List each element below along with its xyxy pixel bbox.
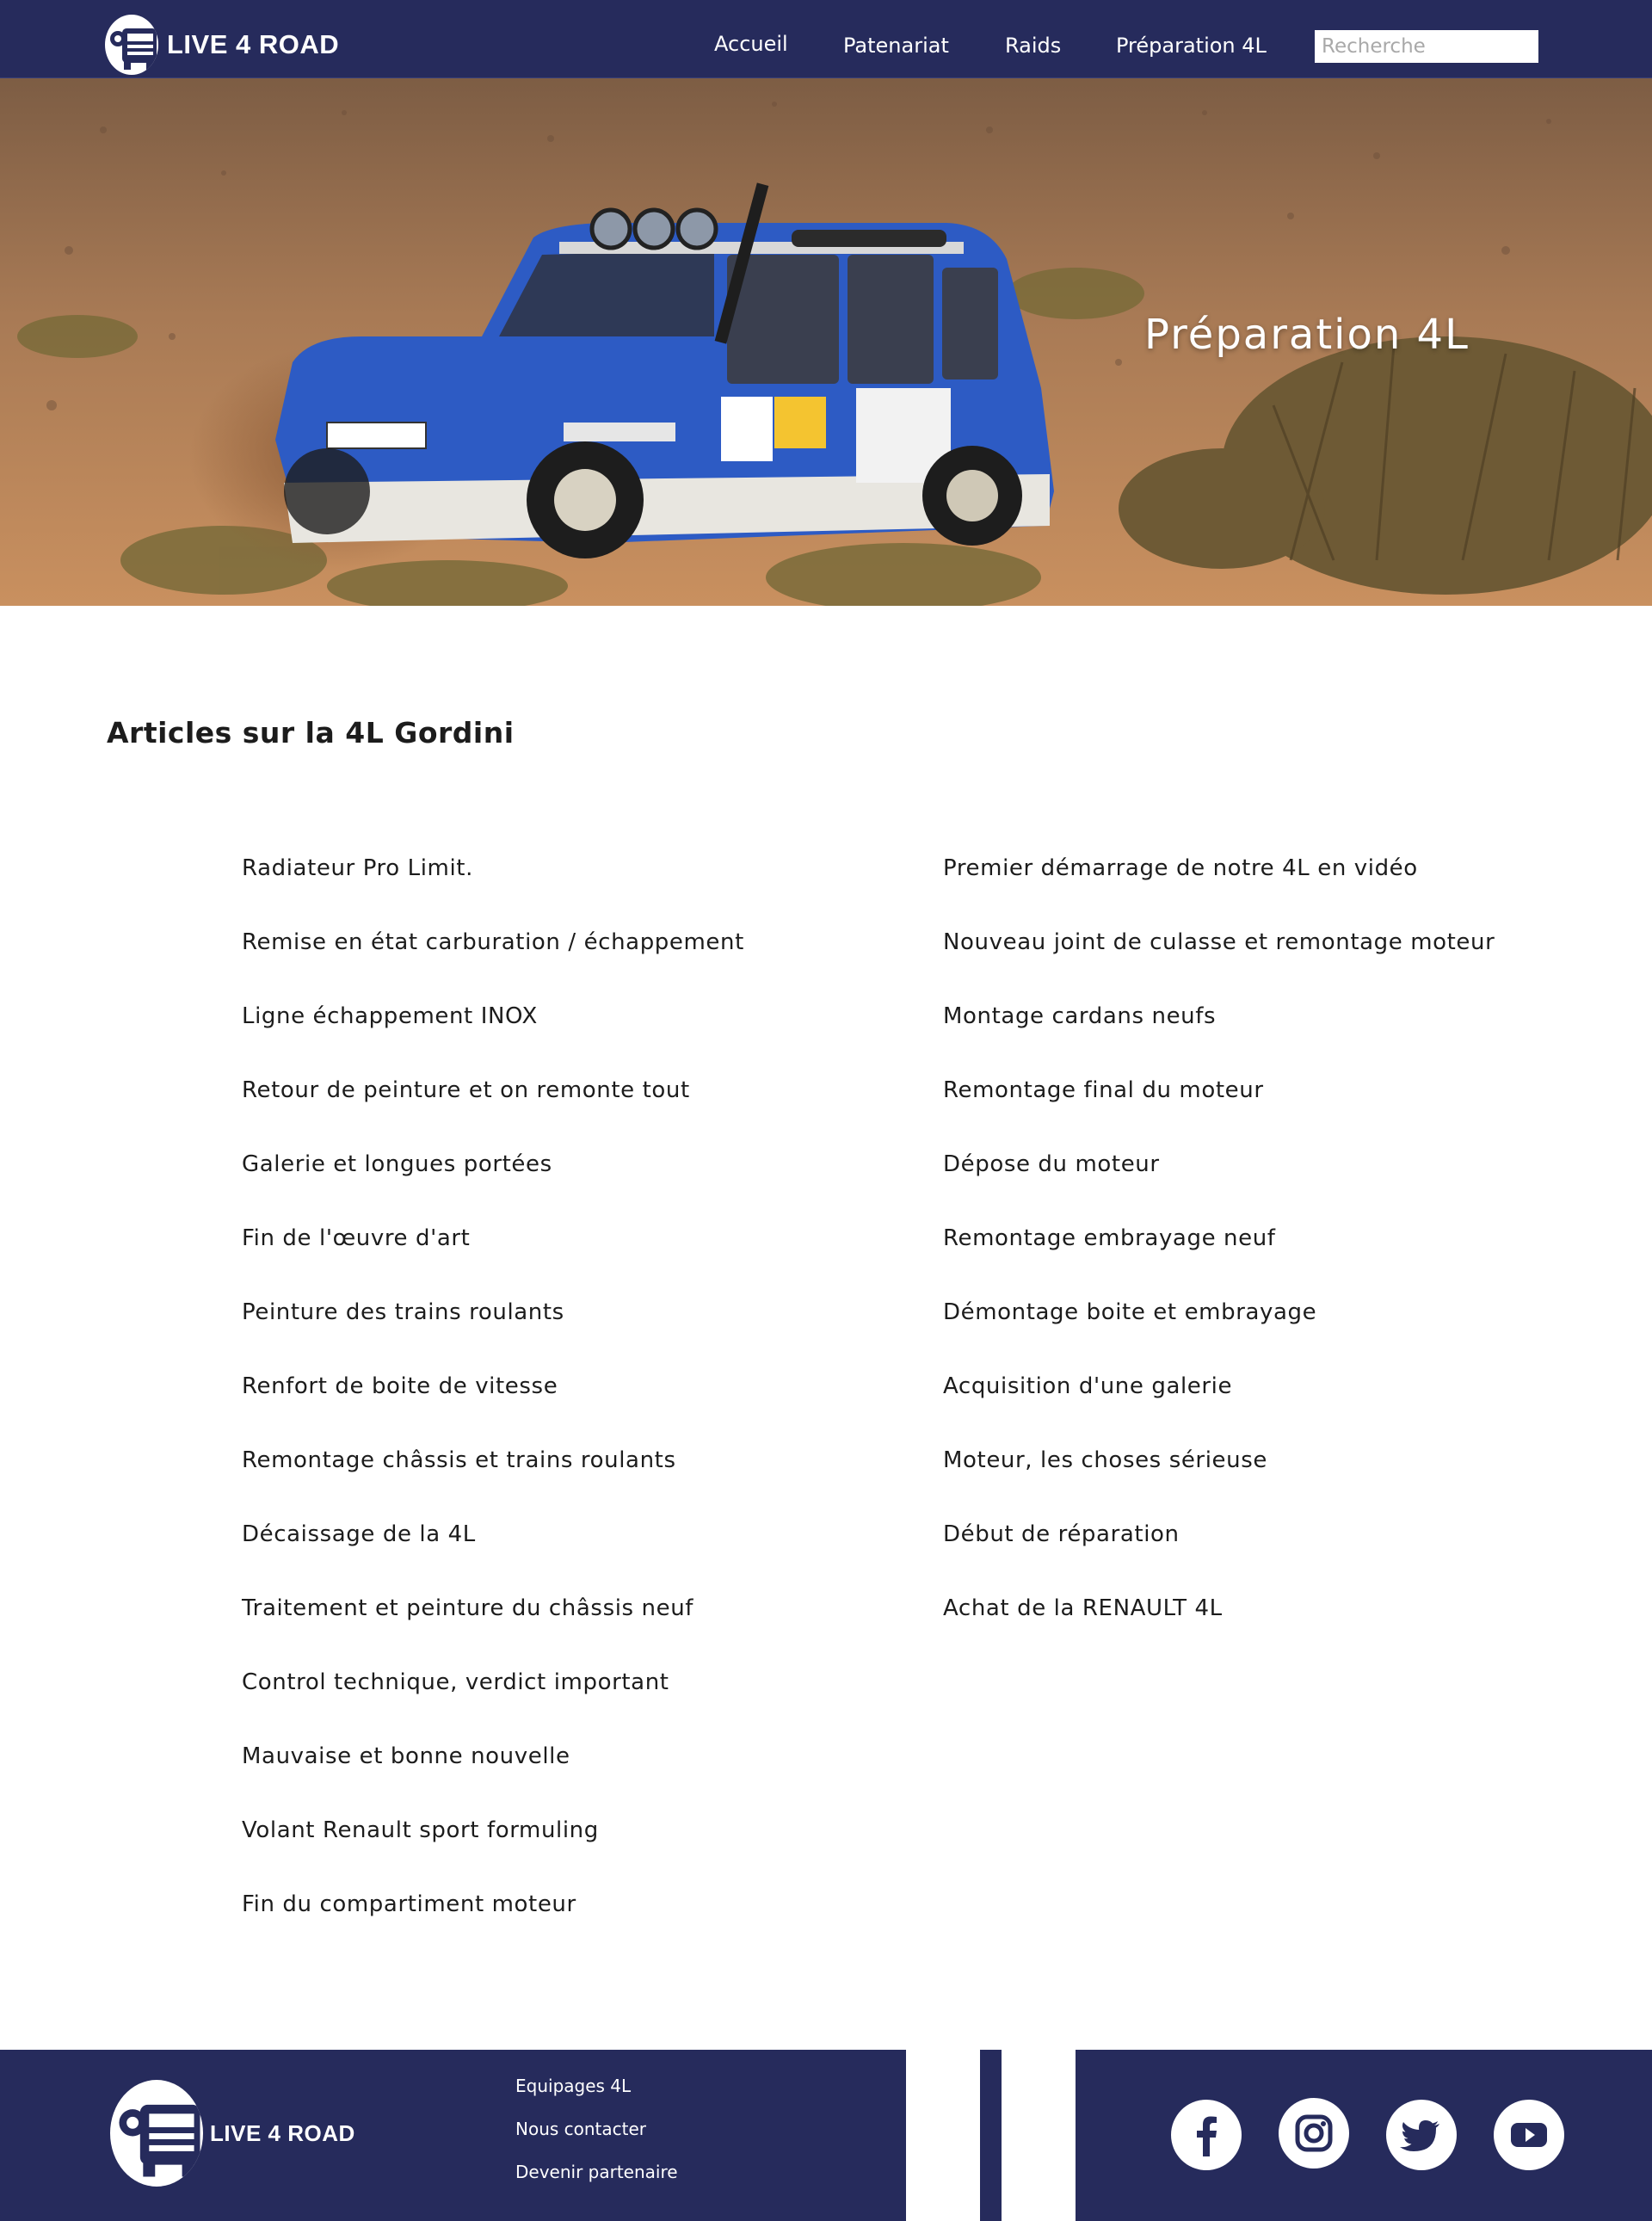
article-link[interactable]: Décaissage de la 4L [242, 1516, 744, 1590]
footer-logo-car-icon [110, 2080, 203, 2187]
article-link[interactable]: Premier démarrage de notre 4L en vidéo [943, 850, 1495, 924]
article-link[interactable]: Retour de peinture et on remonte tout [242, 1072, 744, 1146]
footer-links: Equipages 4L Nous contacter Devenir part… [515, 2076, 678, 2205]
article-link[interactable]: Moteur, les choses sérieuse [943, 1442, 1495, 1516]
article-link[interactable]: Achat de la RENAULT 4L [943, 1590, 1495, 1664]
search-input[interactable] [1315, 30, 1538, 63]
article-link[interactable]: Traitement et peinture du châssis neuf [242, 1590, 744, 1664]
hero-title: Préparation 4L [1144, 311, 1470, 359]
site-header: LIVE 4 ROAD Accueil Patenariat Raids Pré… [0, 0, 1652, 78]
article-link[interactable]: Control technique, verdict important [242, 1664, 744, 1738]
facebook-icon[interactable] [1171, 2100, 1242, 2170]
article-link[interactable]: Peinture des trains roulants [242, 1294, 744, 1368]
article-link[interactable]: Galerie et longues portées [242, 1146, 744, 1220]
article-link[interactable]: Renfort de boite de vitesse [242, 1368, 744, 1442]
footer-link-contact[interactable]: Nous contacter [515, 2119, 678, 2162]
instagram-icon[interactable] [1279, 2098, 1349, 2169]
articles-heading: Articles sur la 4L Gordini [107, 716, 515, 750]
footer-logo-text: LIVE 4 ROAD [210, 2119, 355, 2146]
footer-main: LIVE 4 ROAD Equipages 4L Nous contacter … [0, 2050, 906, 2221]
article-link[interactable]: Remontage châssis et trains roulants [242, 1442, 744, 1516]
nav-patenariat[interactable]: Patenariat [843, 34, 949, 58]
article-link[interactable]: Fin du compartiment moteur [242, 1886, 744, 1960]
article-link[interactable]: Début de réparation [943, 1516, 1495, 1590]
articles-list-left: Radiateur Pro Limit. Remise en état carb… [242, 850, 744, 1960]
articles-list-right: Premier démarrage de notre 4L en vidéo N… [943, 850, 1495, 1664]
article-link[interactable]: Remise en état carburation / échappement [242, 924, 744, 998]
footer-logo[interactable]: LIVE 4 ROAD [110, 2080, 355, 2187]
nav-raids[interactable]: Raids [1005, 34, 1061, 58]
nav-preparation-4l[interactable]: Préparation 4L [1116, 34, 1267, 58]
article-link[interactable]: Dépose du moteur [943, 1146, 1495, 1220]
article-link[interactable]: Remontage embrayage neuf [943, 1220, 1495, 1294]
nav-accueil[interactable]: Accueil [714, 32, 788, 56]
article-link[interactable]: Remontage final du moteur [943, 1072, 1495, 1146]
article-link[interactable]: Nouveau joint de culasse et remontage mo… [943, 924, 1495, 998]
footer-link-partenaire[interactable]: Devenir partenaire [515, 2162, 678, 2205]
article-link[interactable]: Mauvaise et bonne nouvelle [242, 1738, 744, 1812]
article-link[interactable]: Ligne échappement INOX [242, 998, 744, 1072]
youtube-icon[interactable] [1494, 2100, 1564, 2170]
article-link[interactable]: Démontage boite et embrayage [943, 1294, 1495, 1368]
article-link[interactable]: Fin de l'œuvre d'art [242, 1220, 744, 1294]
footer-divider-block [980, 2050, 1002, 2221]
footer-social [1076, 2050, 1652, 2221]
hero-banner: Préparation 4L [0, 78, 1652, 606]
article-link[interactable]: Montage cardans neufs [943, 998, 1495, 1072]
article-link[interactable]: Acquisition d'une galerie [943, 1368, 1495, 1442]
article-link[interactable]: Radiateur Pro Limit. [242, 850, 744, 924]
twitter-icon[interactable] [1386, 2100, 1457, 2170]
footer-link-equipages[interactable]: Equipages 4L [515, 2076, 678, 2119]
article-link[interactable]: Volant Renault sport formuling [242, 1812, 744, 1886]
